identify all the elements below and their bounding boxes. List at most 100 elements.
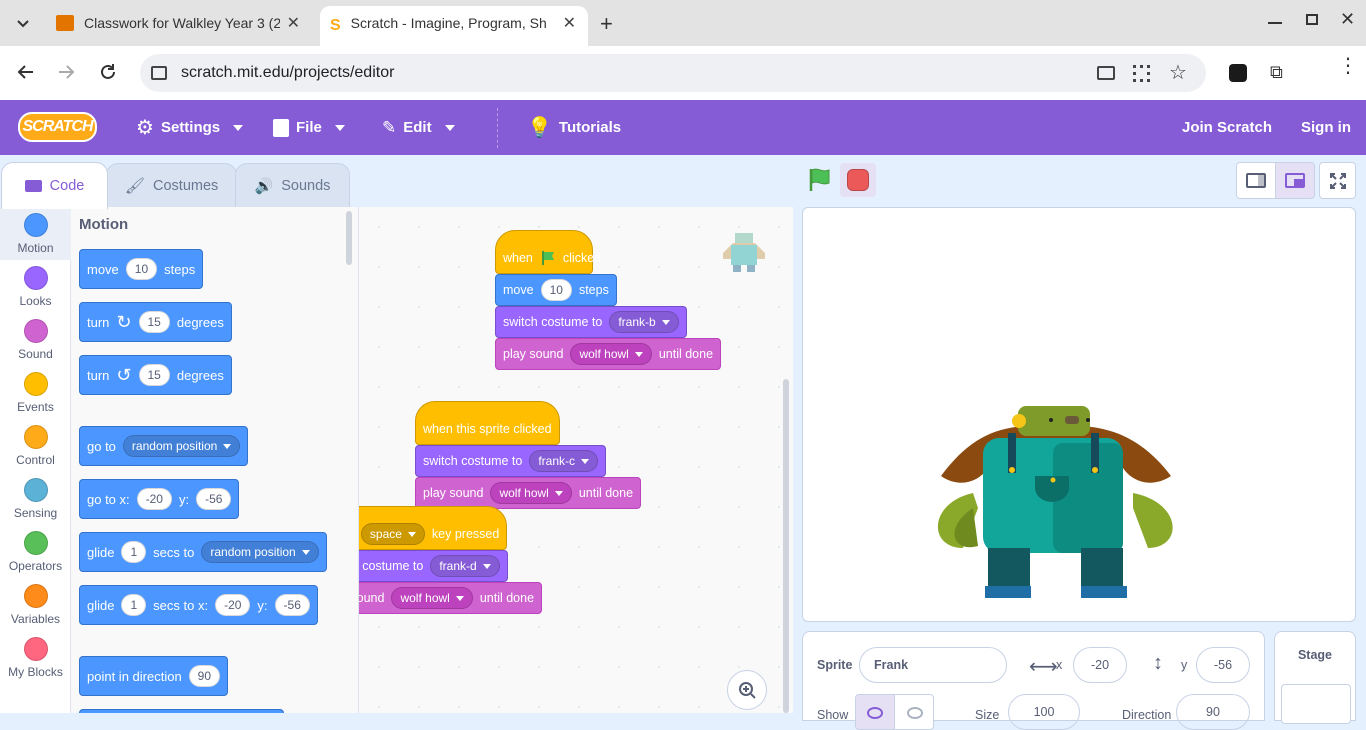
bookmark-star-icon[interactable]: ☆ [1169, 60, 1187, 85]
turn-right-block[interactable]: turn ↻ 15 degrees [79, 302, 232, 342]
site-info-icon[interactable] [151, 66, 167, 80]
tutorials-button[interactable]: 💡 Tutorials [527, 100, 621, 155]
when-key-pressed-block[interactable]: when space key pressed [359, 506, 508, 550]
extension-icon[interactable] [1229, 64, 1247, 82]
point-direction-block[interactable]: point in direction 90 [79, 656, 229, 696]
category-sound[interactable]: Sound [0, 313, 71, 366]
x-input[interactable]: -20 [215, 594, 251, 616]
category-label: Motion [17, 241, 54, 255]
minimize-icon[interactable] [1268, 22, 1282, 24]
play-sound-until-done-block[interactable]: play sound wolf howl until done [495, 338, 722, 370]
browser-tab-classroom[interactable]: Classwork for Walkley Year 3 (2 ✕ [46, 6, 312, 40]
show-visible-button[interactable] [855, 694, 895, 730]
script-workspace[interactable]: when clicked move 10 steps switch costum… [359, 207, 793, 713]
category-variables[interactable]: Variables [0, 578, 71, 631]
steps-input[interactable]: 10 [125, 258, 158, 280]
switch-costume-block[interactable]: switch costume to frank-c [415, 445, 607, 477]
sound-dropdown[interactable]: wolf howl [570, 343, 652, 365]
y-input[interactable]: -56 [196, 488, 232, 510]
small-stage-button[interactable] [1236, 162, 1276, 199]
x-position-input[interactable]: -20 [1073, 647, 1127, 683]
secs-input[interactable]: 1 [121, 594, 147, 616]
when-sprite-clicked-block[interactable]: when this sprite clicked [415, 401, 560, 445]
costume-dropdown[interactable]: frank-c [529, 450, 599, 472]
partial-block[interactable] [79, 709, 284, 713]
category-operators[interactable]: Operators [0, 525, 71, 578]
install-app-icon[interactable] [1097, 66, 1115, 80]
costume-dropdown[interactable]: frank-b [609, 311, 679, 333]
steps-input[interactable]: 10 [540, 279, 572, 301]
size-input[interactable]: 100 [1008, 694, 1080, 730]
palette-scrollbar[interactable] [346, 211, 352, 265]
go-to-block[interactable]: go to random position [79, 426, 249, 466]
goto-target-dropdown[interactable]: random position [122, 435, 241, 457]
stop-button[interactable] [840, 163, 876, 197]
sprite-name-input[interactable]: Frank [859, 647, 1007, 683]
reload-icon[interactable] [99, 63, 117, 81]
tab-code[interactable]: Code [1, 162, 108, 209]
new-tab-icon[interactable]: + [600, 11, 613, 37]
edit-menu[interactable]: ✎ Edit [382, 100, 455, 155]
close-window-icon[interactable]: ✕ [1340, 9, 1355, 30]
stage-canvas[interactable] [802, 207, 1356, 622]
category-sensing[interactable]: Sensing [0, 472, 71, 525]
forward-icon[interactable] [57, 63, 75, 81]
category-events[interactable]: Events [0, 366, 71, 419]
join-scratch-link[interactable]: Join Scratch [1182, 100, 1272, 155]
degrees-input[interactable]: 15 [138, 364, 170, 386]
zoom-in-button[interactable] [727, 670, 767, 710]
glide-target-dropdown[interactable]: random position [201, 541, 319, 563]
url-text[interactable]: scratch.mit.edu/projects/editor [181, 64, 394, 82]
x-input[interactable]: -20 [136, 488, 172, 510]
browser-tab-scratch[interactable]: S Scratch - Imagine, Program, Sha ✕ [320, 6, 588, 46]
secs-input[interactable]: 1 [121, 541, 147, 563]
category-my-blocks[interactable]: My Blocks [0, 631, 71, 684]
address-bar[interactable]: scratch.mit.edu/projects/editor ☆ [140, 54, 1206, 92]
y-input[interactable]: -56 [274, 594, 310, 616]
costume-dropdown[interactable]: frank-d [430, 555, 500, 577]
chrome-menu-icon[interactable]: ⋮ [1338, 56, 1358, 76]
move-steps-block[interactable]: move 10 steps [495, 274, 617, 306]
settings-menu[interactable]: ⚙ Settings [136, 100, 244, 155]
move-steps-block[interactable]: move 10 steps [79, 249, 204, 289]
tab-costumes[interactable]: 🖌 Costumes [106, 163, 237, 208]
key-dropdown[interactable]: space [360, 523, 425, 545]
category-control[interactable]: Control [0, 419, 71, 472]
turn-left-block[interactable]: turn ↺ 15 degrees [79, 355, 232, 395]
switch-costume-block[interactable]: switch costume to frank-b [495, 306, 687, 338]
sound-dropdown[interactable]: wolf howl [490, 482, 572, 504]
fullscreen-button[interactable] [1319, 162, 1356, 199]
when-flag-clicked-block[interactable]: when clicked [495, 230, 601, 274]
close-tab-icon[interactable]: ✕ [563, 13, 576, 33]
stage-thumbnail[interactable] [1281, 684, 1351, 724]
category-motion[interactable]: Motion [0, 207, 71, 260]
close-tab-icon[interactable]: ✕ [287, 13, 300, 33]
glide-to-block[interactable]: glide 1 secs to random position [79, 532, 327, 572]
y-position-input[interactable]: -56 [1196, 647, 1250, 683]
workspace-scrollbar[interactable] [783, 379, 789, 713]
large-stage-button[interactable] [1275, 162, 1315, 199]
tab-sounds[interactable]: 🔊 Sounds [235, 163, 350, 208]
qr-code-icon[interactable] [1133, 65, 1150, 82]
maximize-icon[interactable] [1306, 14, 1318, 25]
degrees-input[interactable]: 15 [138, 311, 170, 333]
scratch-logo[interactable]: SCRATCH [18, 112, 97, 142]
sound-dropdown[interactable]: wolf howl [391, 587, 473, 609]
green-flag-button[interactable] [806, 166, 834, 194]
glide-to-xy-block[interactable]: glide 1 secs to x: -20 y: -56 [79, 585, 318, 625]
switch-costume-block[interactable]: switch costume to frank-d [359, 550, 508, 582]
extensions-puzzle-icon[interactable]: ⧉ [1270, 62, 1283, 83]
tab-list-chevron-icon[interactable] [16, 16, 30, 30]
show-hidden-button[interactable] [894, 694, 934, 730]
back-icon[interactable] [17, 63, 35, 81]
sign-in-link[interactable]: Sign in [1301, 100, 1351, 155]
direction-input[interactable]: 90 [188, 665, 221, 687]
file-menu[interactable]: File [273, 100, 345, 155]
go-to-xy-block[interactable]: go to x: -20 y: -56 [79, 479, 240, 519]
frank-sprite[interactable] [803, 208, 1356, 622]
play-sound-until-done-block[interactable]: play sound wolf howl until done [359, 582, 543, 614]
category-looks[interactable]: Looks [0, 260, 71, 313]
stage-selector[interactable]: Stage [1274, 631, 1356, 724]
play-sound-until-done-block[interactable]: play sound wolf howl until done [415, 477, 642, 509]
direction-input[interactable]: 90 [1176, 694, 1250, 730]
